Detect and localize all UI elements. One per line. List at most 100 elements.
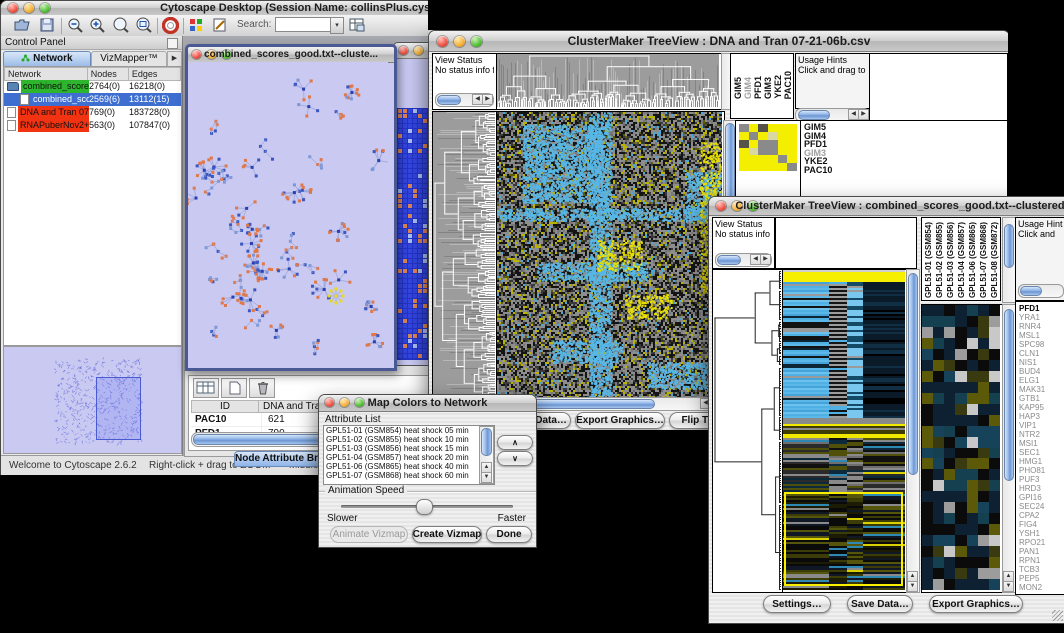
gene-label[interactable]: GPI16 (1019, 493, 1064, 502)
column-dendrogram-canvas[interactable] (497, 54, 719, 107)
gene-label[interactable]: ELG1 (1019, 376, 1064, 385)
gene-label[interactable]: PHO81 (1019, 466, 1064, 475)
delete-attribute-trash-icon[interactable] (249, 378, 275, 398)
zoom-fit-button[interactable] (135, 17, 154, 34)
gene-label[interactable]: HRD3 (1019, 484, 1064, 493)
sample-column-label[interactable]: GPL51-02 (GSM855) (935, 222, 946, 298)
minimize-button[interactable] (414, 46, 423, 55)
row-dendrogram-panel[interactable] (712, 269, 784, 593)
gene-label[interactable]: FIG4 (1019, 520, 1064, 529)
tab-vizmapper[interactable]: VizMapper™ (91, 51, 167, 67)
row-dendrogram-canvas[interactable] (713, 270, 781, 590)
column-dendrogram-panel[interactable] (496, 53, 722, 110)
network-table-row[interactable]: combined_scores 2764(0) 16218(0) (4, 80, 181, 93)
gene-label[interactable]: MAK31 (1019, 385, 1064, 394)
gene-label[interactable]: MSI1 (1019, 439, 1064, 448)
search-input[interactable] (275, 17, 331, 32)
gene-label[interactable]: HMG1 (1019, 457, 1064, 466)
matrix-column-label[interactable]: GIM4 (743, 77, 753, 99)
gene-label[interactable]: YRA1 (1019, 313, 1064, 322)
move-down-button[interactable]: ∨ (497, 451, 533, 466)
open-file-button[interactable] (13, 17, 31, 33)
gene-label[interactable]: RPN1 (1019, 556, 1064, 565)
move-up-button[interactable]: ∧ (497, 435, 533, 450)
usage-hints-hscrollbar[interactable] (1018, 284, 1064, 298)
matrix-column-label[interactable]: YKE2 (773, 75, 783, 99)
create-vizmap-button[interactable]: Create Vizmap (412, 526, 482, 543)
attribute-list-item[interactable]: GPL51-03 (GSM856) heat shock 15 min (324, 444, 494, 453)
save-button[interactable] (39, 17, 55, 33)
matrix-row-label[interactable]: PAC10 (804, 166, 832, 175)
sample-column-label[interactable]: GPL51-03 (GSM856) (946, 222, 957, 298)
network-table-header[interactable]: Network Nodes Edges (4, 67, 181, 80)
sample-column-label[interactable]: GPL51-06 (GSM865) (968, 222, 979, 298)
view-status-hscrollbar[interactable]: ◀▶ (715, 253, 772, 267)
zoom-in-button[interactable] (89, 17, 107, 34)
network-graph-canvas[interactable] (188, 62, 388, 362)
gene-label[interactable]: SPC98 (1019, 340, 1064, 349)
float-panel-icon[interactable] (167, 38, 178, 49)
gene-label[interactable]: KAP95 (1019, 403, 1064, 412)
expression-heatmap-panel[interactable] (782, 269, 908, 593)
labels-vscrollbar[interactable] (1002, 217, 1016, 303)
matrix-column-label[interactable]: GIM5 (733, 77, 743, 99)
network-overview-panel[interactable] (3, 346, 182, 454)
attribute-list-item[interactable]: GPL51-06 (GSM865) heat shock 40 min (324, 462, 494, 471)
sample-column-label[interactable]: GPL51-01 (GSM854) (924, 222, 935, 298)
treeview-combined-titlebar[interactable]: ClusterMaker TreeView : combined_scores_… (709, 197, 1064, 216)
animate-vizmap-button[interactable]: Animate Vizmap (330, 526, 408, 543)
gene-label[interactable]: RPO21 (1019, 538, 1064, 547)
animation-speed-slider-thumb[interactable] (416, 499, 433, 515)
zoomed-heatmap-panel[interactable] (921, 304, 1003, 593)
attribute-list-item[interactable]: GPL51-04 (GSM857) heat shock 20 min (324, 453, 494, 462)
attribute-list-scrollbar[interactable]: ▲▼ (479, 426, 494, 484)
network-table-row[interactable]: combined_sco 2569(6) 13112(15) (4, 93, 181, 106)
new-attribute-icon[interactable] (221, 378, 247, 398)
row-dendrogram-canvas[interactable] (433, 112, 495, 400)
done-button[interactable]: Done (486, 526, 532, 543)
similarity-matrix-canvas[interactable] (739, 124, 797, 171)
treeview-dna-titlebar[interactable]: ClusterMaker TreeView : DNA and Tran 07-… (429, 31, 1009, 52)
gene-label[interactable]: CPA2 (1019, 511, 1064, 520)
export-graphics-button[interactable]: Export Graphics… (575, 412, 665, 429)
view-status-hscrollbar[interactable]: ◀▶ (435, 93, 494, 107)
gene-label[interactable]: BUD4 (1019, 367, 1064, 376)
network-table-row[interactable]: DNA and Tran 07 769(0) 183728(0) (4, 106, 181, 119)
matrix-column-label[interactable]: PAC10 (783, 71, 793, 99)
matrix-column-label[interactable]: PFD1 (753, 76, 763, 99)
node-attribute-browser-tab[interactable]: Node Attribute Brows (234, 451, 324, 467)
help-lifesaver-icon[interactable] (162, 17, 179, 34)
settings-button[interactable]: Settings… (763, 595, 831, 613)
network1-titlebar[interactable]: combined_scores_good.txt--cluste... (188, 47, 394, 63)
tab-network[interactable]: Network (3, 51, 91, 67)
heatmap-vscroll-thumb[interactable] (908, 273, 918, 475)
tab-overflow-arrow[interactable]: ▶ (167, 51, 182, 67)
gene-label[interactable]: NIS1 (1019, 358, 1064, 367)
table-mode-icon[interactable] (193, 378, 219, 398)
export-graphics-button[interactable]: Export Graphics… (929, 595, 1023, 613)
expression-heatmap-canvas[interactable] (783, 270, 905, 590)
dialog-titlebar[interactable]: Map Colors to Network (319, 395, 536, 412)
gene-label[interactable]: YSH1 (1019, 529, 1064, 538)
gene-label[interactable]: RNR4 (1019, 322, 1064, 331)
vizmapper-tool-icon[interactable] (189, 18, 204, 32)
gene-label[interactable]: VIP1 (1019, 421, 1064, 430)
gene-label[interactable]: PUF3 (1019, 475, 1064, 484)
zoom-selected-button[interactable] (112, 17, 131, 34)
zoomed-heatmap-canvas[interactable] (922, 305, 1000, 590)
zoom-out-button[interactable] (67, 17, 85, 34)
gene-label[interactable]: MON2 (1019, 583, 1064, 592)
attribute-list[interactable]: GPL51-01 (GSM854) heat shock 05 min GPL51… (323, 425, 495, 485)
gene-label[interactable]: PFD1 (1019, 304, 1064, 313)
close-button[interactable] (399, 46, 408, 55)
heatmap-vscroll-thumb[interactable] (725, 123, 735, 201)
gene-label[interactable]: NTR2 (1019, 430, 1064, 439)
heatmap-panel[interactable] (496, 111, 725, 403)
row-dendrogram-panel[interactable] (432, 111, 498, 403)
sample-column-label[interactable]: GPL51-07 (GSM868) (979, 222, 990, 298)
attribute-list-item[interactable]: GPL51-01 (GSM854) heat shock 05 min (324, 426, 494, 435)
dense-network-grid-canvas[interactable] (397, 108, 431, 360)
gene-label[interactable]: MSL1 (1019, 331, 1064, 340)
matrix-column-label[interactable]: GIM3 (763, 77, 773, 99)
gene-label[interactable]: PEP5 (1019, 574, 1064, 583)
